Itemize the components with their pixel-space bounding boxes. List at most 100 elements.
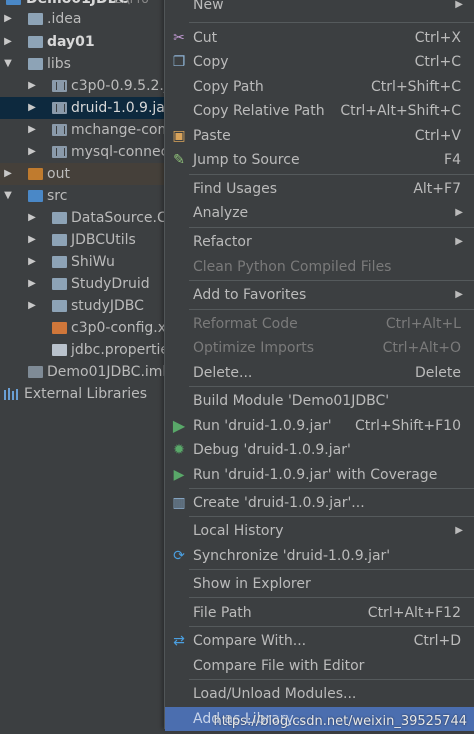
menu-item-label: Clean Python Compiled Files: [193, 259, 392, 275]
menu-item-add-to-favorites[interactable]: Add to Favorites ▶: [165, 283, 474, 307]
menu-item-debug[interactable]: ✹ Debug 'druid-1.0.9.jar': [165, 438, 474, 462]
run-icon: ▶: [172, 416, 186, 435]
collapsed-arrow-icon[interactable]: ▶: [26, 75, 38, 97]
menu-item-label: Add to Favorites: [193, 287, 307, 303]
tree-row-shiwu[interactable]: ▶ ShiWu: [0, 251, 165, 273]
menu-item-cut[interactable]: ✂ Cut Ctrl+X: [165, 26, 474, 50]
collapsed-arrow-icon[interactable]: ▶: [26, 97, 38, 119]
menu-item-local-history[interactable]: Local History ▶: [165, 519, 474, 543]
menu-item-label: Compare With...: [193, 633, 307, 649]
menu-item-label: Analyze: [193, 205, 249, 221]
menu-item-file-path[interactable]: File Path Ctrl+Alt+F12: [165, 601, 474, 625]
module-file-icon: [28, 366, 43, 378]
menu-item-analyze[interactable]: Analyze ▶: [165, 201, 474, 225]
jar-config-icon: ▥: [172, 495, 186, 511]
menu-item-label: Copy: [193, 54, 229, 70]
folder-icon: [28, 36, 43, 48]
collapsed-arrow-icon[interactable]: ▶: [26, 295, 38, 317]
menu-item-jump-to-source[interactable]: ✎ Jump to Source F4: [165, 148, 474, 172]
menu-item-shortcut: Ctrl+Alt+F12: [367, 605, 461, 621]
jump-to-source-icon: ✎: [173, 152, 185, 168]
menu-separator: [189, 488, 474, 489]
tree-row-jdbcutils[interactable]: ▶ JDBCUtils: [0, 229, 165, 251]
tree-row-external-libraries[interactable]: External Libraries: [0, 383, 165, 405]
tree-row-datasource[interactable]: ▶ DataSource.C3: [0, 207, 165, 229]
tree-row-idea[interactable]: ▶ .idea: [0, 8, 165, 30]
tree-item-label: DataSource.C3: [71, 210, 165, 226]
submenu-arrow-icon: ▶: [455, 0, 463, 10]
menu-item-label: Compare File with Editor: [193, 658, 365, 674]
coverage-icon: ▶: [173, 467, 185, 483]
menu-item-label: Find Usages: [193, 181, 278, 197]
package-icon: [52, 256, 67, 268]
tree-item-label: libs: [47, 56, 71, 72]
tree-row-c3p0-jar[interactable]: ▶ c3p0-0.9.5.2.jar: [0, 75, 165, 97]
menu-item-create-config[interactable]: ▥ Create 'druid-1.0.9.jar'...: [165, 491, 474, 515]
tree-row-out[interactable]: ▶ out: [0, 163, 165, 185]
jar-icon: [52, 102, 67, 114]
collapsed-arrow-icon[interactable]: ▶: [2, 31, 14, 53]
menu-item-label: Jump to Source: [193, 152, 300, 168]
tree-item-label: JDBCUtils: [71, 232, 136, 248]
menu-item-load-unload-modules[interactable]: Load/Unload Modules...: [165, 682, 474, 706]
tree-row-mysql-jar[interactable]: ▶ mysql-connec: [0, 141, 165, 163]
menu-item-build-module[interactable]: Build Module 'Demo01JDBC': [165, 389, 474, 413]
submenu-arrow-icon: ▶: [455, 207, 463, 218]
menu-item-label: Load/Unload Modules...: [193, 686, 357, 702]
tree-row-druid-jar[interactable]: ▶ druid-1.0.9.jar: [0, 97, 165, 119]
menu-item-shortcut: Ctrl+Alt+L: [385, 316, 461, 332]
menu-item-compare-file-editor[interactable]: Compare File with Editor: [165, 654, 474, 678]
tree-row-iml[interactable]: Demo01JDBC.iml: [0, 361, 165, 383]
tree-item-label: .idea: [47, 11, 82, 27]
menu-separator: [189, 174, 474, 175]
menu-item-label: Reformat Code: [193, 316, 298, 332]
collapsed-arrow-icon[interactable]: ▶: [26, 207, 38, 229]
menu-item-show-in-explorer[interactable]: Show in Explorer: [165, 572, 474, 596]
collapsed-arrow-icon[interactable]: ▶: [26, 229, 38, 251]
menu-item-copy-path[interactable]: Copy Path Ctrl+Shift+C: [165, 75, 474, 99]
menu-item-copy[interactable]: ❐ Copy Ctrl+C: [165, 50, 474, 74]
menu-separator: [189, 626, 474, 627]
menu-item-label: Local History: [193, 523, 284, 539]
tree-row-libs[interactable]: ▼ libs: [0, 53, 165, 75]
menu-item-new[interactable]: New ▶: [165, 0, 474, 17]
menu-item-label: Debug 'druid-1.0.9.jar': [193, 442, 351, 458]
folder-icon: [28, 58, 43, 70]
collapsed-arrow-icon[interactable]: ▶: [2, 8, 14, 30]
menu-item-shortcut: Delete: [415, 365, 461, 381]
menu-item-shortcut: Ctrl+Alt+Shift+C: [340, 103, 461, 119]
menu-item-delete[interactable]: Delete... Delete: [165, 361, 474, 385]
menu-item-paste[interactable]: ▣ Paste Ctrl+V: [165, 124, 474, 148]
tree-row-studydruid[interactable]: ▶ StudyDruid: [0, 273, 165, 295]
collapsed-arrow-icon[interactable]: ▶: [26, 273, 38, 295]
collapsed-arrow-icon[interactable]: ▶: [2, 163, 14, 185]
menu-item-copy-relative-path[interactable]: Copy Relative Path Ctrl+Alt+Shift+C: [165, 99, 474, 123]
menu-item-label: Show in Explorer: [193, 576, 311, 592]
tree-item-label: StudyDruid: [71, 276, 150, 292]
tree-row-day01[interactable]: ▶ day01: [0, 31, 165, 53]
menu-item-refactor[interactable]: Refactor ▶: [165, 230, 474, 254]
collapsed-arrow-icon[interactable]: ▶: [26, 251, 38, 273]
tree-row-src[interactable]: ▼ src: [0, 185, 165, 207]
tree-row-c3p0-config[interactable]: c3p0-config.x: [0, 317, 165, 339]
tree-item-label: day01: [47, 34, 95, 50]
menu-item-compare-with[interactable]: ⇄ Compare With... Ctrl+D: [165, 629, 474, 653]
menu-item-run[interactable]: ▶ Run 'druid-1.0.9.jar' Ctrl+Shift+F10: [165, 414, 474, 438]
menu-item-synchronize[interactable]: ⟳ Synchronize 'druid-1.0.9.jar': [165, 544, 474, 568]
menu-item-run-coverage[interactable]: ▶ Run 'druid-1.0.9.jar' with Coverage: [165, 463, 474, 487]
collapsed-arrow-icon[interactable]: ▶: [26, 141, 38, 163]
menu-item-add-as-library[interactable]: Add as Library... https://blog.csdn.net/…: [165, 707, 474, 731]
menu-separator: [189, 569, 474, 570]
tree-row-mchange-jar[interactable]: ▶ mchange-com: [0, 119, 165, 141]
tree-row-studyjdbc[interactable]: ▶ studyJDBC: [0, 295, 165, 317]
menu-item-optimize-imports: Optimize Imports Ctrl+Alt+O: [165, 336, 474, 360]
expanded-arrow-icon[interactable]: ▼: [2, 185, 14, 207]
menu-item-find-usages[interactable]: Find Usages Alt+F7: [165, 177, 474, 201]
expanded-arrow-icon[interactable]: ▼: [2, 53, 14, 75]
menu-item-label: Build Module 'Demo01JDBC': [193, 393, 390, 409]
collapsed-arrow-icon[interactable]: ▶: [26, 119, 38, 141]
folder-icon: [28, 13, 43, 25]
menu-item-label: Create 'druid-1.0.9.jar'...: [193, 495, 365, 511]
tree-row-jdbc-properties[interactable]: jdbc.propertie: [0, 339, 165, 361]
watermark-text: https://blog.csdn.net/weixin_39525744: [213, 714, 467, 729]
